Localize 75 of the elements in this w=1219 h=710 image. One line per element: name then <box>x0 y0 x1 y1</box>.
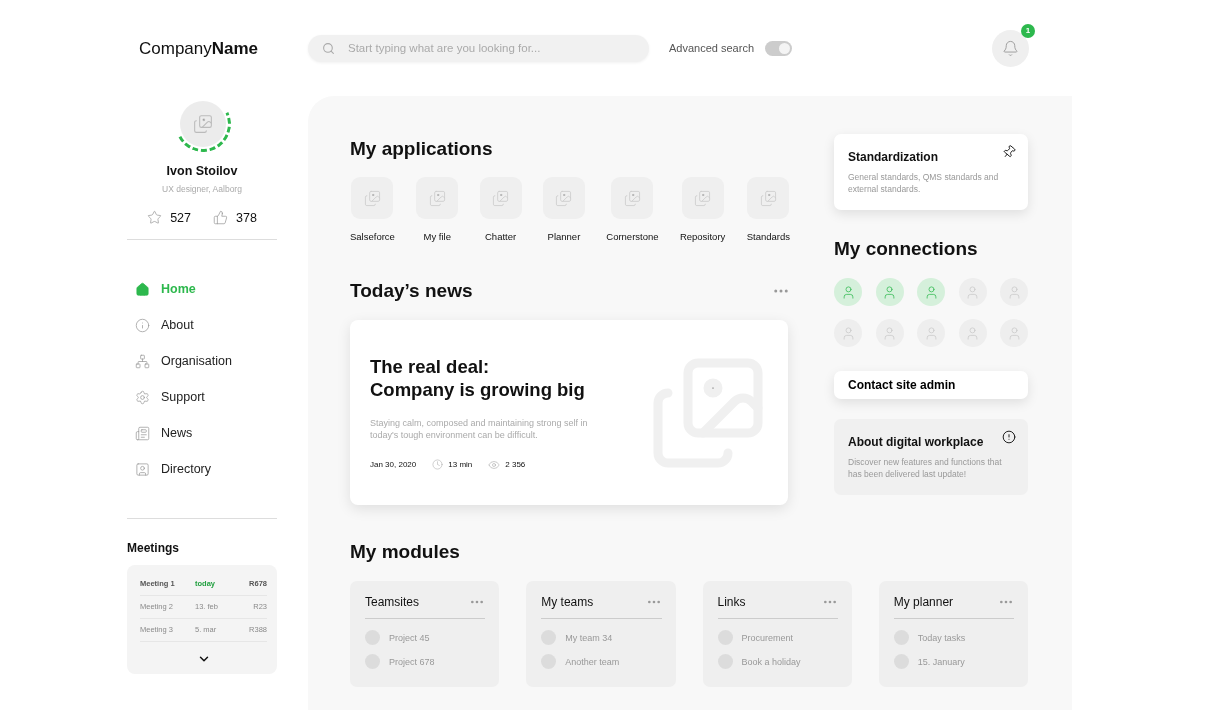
news-card[interactable]: The real deal: Company is growing big Staying calm, composed and maintaining strong self in today's tough environment can be difficult. Jan 30, 2020 13 min 2 356 <box>350 320 788 505</box>
company-logo: CompanyName <box>139 39 259 59</box>
about-card[interactable]: About digital workplace Discover new features and functions that has been delivered last update! <box>834 419 1028 495</box>
module-title: Teamsites <box>365 595 420 609</box>
connection-avatar[interactable] <box>1000 278 1028 306</box>
nav-item[interactable]: About <box>135 314 194 336</box>
meetings-title: Meetings <box>127 541 180 555</box>
nav-item[interactable]: News <box>135 422 193 444</box>
app-shortcut[interactable]: Planner <box>542 177 585 242</box>
app-icon <box>479 177 522 219</box>
search-icon <box>322 41 335 55</box>
module-title: Links <box>717 595 746 609</box>
info-icon <box>135 317 150 333</box>
app-shortcut[interactable]: Chatter <box>479 177 522 242</box>
connection-avatar[interactable] <box>834 319 862 347</box>
app-shortcut[interactable]: Standards <box>746 177 790 242</box>
card-title: Standardization <box>848 150 938 164</box>
person-card-icon <box>135 461 150 477</box>
module-title: My teams <box>541 595 594 609</box>
nav-item[interactable]: Support <box>135 386 205 408</box>
gear-icon <box>135 389 150 405</box>
connection-avatar[interactable] <box>1000 319 1028 347</box>
app-shortcut[interactable]: Cornerstone <box>606 177 659 242</box>
connection-avatar[interactable] <box>917 319 945 347</box>
card-text: Discover new features and functions that has been delivered last update! <box>848 456 1003 480</box>
read-time: 13 min <box>448 460 473 469</box>
contact-admin-button[interactable]: Contact site admin <box>834 371 1028 399</box>
news-headline: The real deal: Company is growing big <box>370 354 585 401</box>
news-summary: Staying calm, composed and maintaining strong self in today's tough environment can be difficult. <box>370 416 589 441</box>
eye-icon <box>488 458 501 471</box>
card-text: General standards, QMS standards and external standards. <box>848 171 1000 195</box>
section-title: Today’s news <box>350 280 473 302</box>
section-title: My applications <box>350 138 494 160</box>
connection-avatar[interactable] <box>958 319 987 347</box>
nav-item[interactable]: Directory <box>135 458 211 480</box>
profile-role: UX designer, Aalborg <box>161 184 243 194</box>
connection-avatar[interactable] <box>875 319 904 347</box>
advanced-search-toggle[interactable] <box>765 40 792 56</box>
module-title: My planner <box>893 595 954 609</box>
app-icon <box>747 177 790 219</box>
connection-avatar[interactable] <box>958 278 987 306</box>
app-shortcut[interactable]: Repository <box>679 177 726 242</box>
notification-badge: 1 <box>1021 23 1035 38</box>
connection-avatar[interactable] <box>917 278 945 306</box>
bell-icon <box>1002 39 1019 57</box>
alert-icon <box>1002 430 1016 444</box>
app-shortcut[interactable]: Salseforce <box>350 177 395 242</box>
likes-count: 378 <box>236 210 257 225</box>
section-title: My connections <box>834 238 979 260</box>
sitemap-icon <box>135 353 150 369</box>
app-shortcut[interactable]: My file <box>416 177 459 242</box>
news-date: Jan 30, 2020 <box>370 460 417 469</box>
profile-name: Ivon Stoilov <box>165 164 239 178</box>
connection-avatar[interactable] <box>875 278 904 306</box>
standardization-card[interactable]: Standardization General standards, QMS standards and external standards. <box>834 134 1028 210</box>
view-count: 2 356 <box>505 460 526 469</box>
clock-icon <box>432 459 444 470</box>
app-icon <box>542 177 585 219</box>
star-icon <box>147 210 163 225</box>
newspaper-icon <box>135 425 150 441</box>
nav-item[interactable]: Organisation <box>135 350 232 372</box>
app-icon <box>351 177 394 219</box>
app-icon <box>681 177 724 219</box>
connection-avatar[interactable] <box>834 278 862 306</box>
stars-count: 527 <box>170 210 191 225</box>
thumbs-up-icon <box>213 210 228 225</box>
card-title: About digital workplace <box>848 435 984 449</box>
toggle-label: Advanced search <box>669 42 754 54</box>
home-icon <box>135 281 150 297</box>
app-icon <box>416 177 459 219</box>
avatar-placeholder <box>180 101 226 147</box>
search-field[interactable]: Start typing what are you looking for... <box>308 34 649 62</box>
app-icon <box>611 177 654 219</box>
section-title: My modules <box>350 541 461 563</box>
notifications-button[interactable] <box>992 29 1029 67</box>
